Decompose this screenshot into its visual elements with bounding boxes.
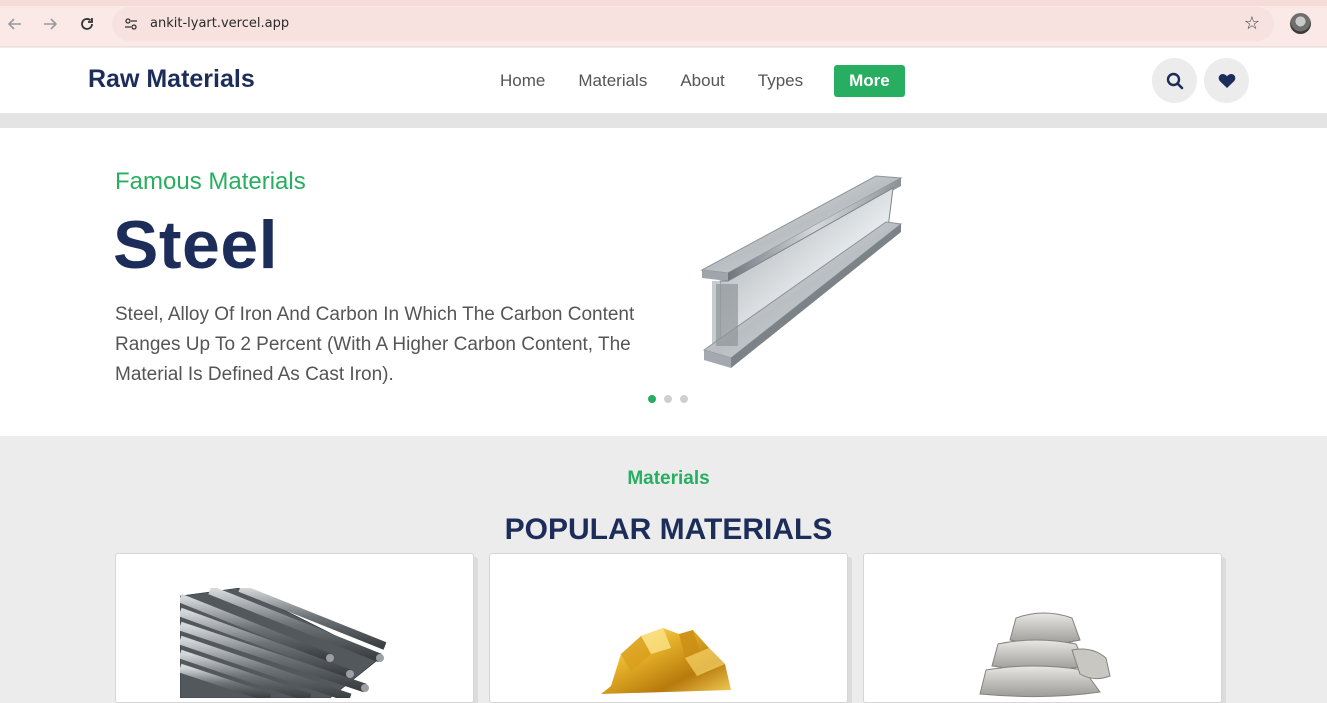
- header-divider: [0, 113, 1327, 128]
- search-icon: [1166, 72, 1183, 89]
- back-icon[interactable]: [4, 13, 26, 35]
- carousel-dot-3[interactable]: [680, 395, 688, 403]
- favorites-button[interactable]: [1204, 58, 1249, 103]
- main-nav: Home Materials About Types More: [500, 64, 905, 98]
- material-card-steel[interactable]: [115, 553, 474, 703]
- hero-carousel: Famous Materials Steel Steel, Alloy Of I…: [0, 128, 1327, 436]
- nav-about[interactable]: About: [680, 71, 724, 91]
- nav-materials[interactable]: Materials: [578, 71, 647, 91]
- site-settings-icon[interactable]: [122, 15, 140, 33]
- profile-avatar[interactable]: [1290, 13, 1311, 34]
- section-eyebrow: Materials: [627, 468, 710, 489]
- cement-bags-image: [979, 612, 1111, 698]
- address-bar[interactable]: ankit-lyart.vercel.app ☆: [112, 7, 1274, 41]
- hero-description: Steel, Alloy Of Iron And Carbon In Which…: [115, 304, 635, 385]
- bookmark-star-icon[interactable]: ☆: [1244, 13, 1260, 34]
- brand-logo[interactable]: Raw Materials: [88, 65, 255, 94]
- steel-beam-image: [700, 175, 903, 368]
- carousel-dot-2[interactable]: [664, 395, 672, 403]
- carousel-indicators: [648, 395, 688, 403]
- material-card-gold[interactable]: [489, 553, 848, 703]
- section-title: POPULAR MATERIALS: [504, 513, 833, 546]
- tab-strip: [0, 0, 1327, 6]
- url-text[interactable]: ankit-lyart.vercel.app: [150, 16, 289, 31]
- forward-icon[interactable]: [39, 13, 61, 35]
- heart-icon: [1218, 73, 1235, 88]
- carousel-dot-1[interactable]: [648, 395, 656, 403]
- search-button[interactable]: [1152, 58, 1197, 103]
- site-header: Raw Materials Home Materials About Types…: [0, 48, 1327, 113]
- reload-icon[interactable]: [76, 13, 98, 35]
- nav-types[interactable]: Types: [758, 71, 803, 91]
- hero-eyebrow: Famous Materials: [115, 168, 306, 195]
- steel-rebar-image: [180, 588, 386, 698]
- browser-toolbar: ankit-lyart.vercel.app ☆: [0, 0, 1327, 47]
- more-button[interactable]: More: [834, 65, 905, 97]
- hero-title: Steel: [113, 207, 279, 283]
- material-card-cement[interactable]: [863, 553, 1222, 703]
- gold-nugget-image: [601, 628, 731, 694]
- nav-home[interactable]: Home: [500, 71, 545, 91]
